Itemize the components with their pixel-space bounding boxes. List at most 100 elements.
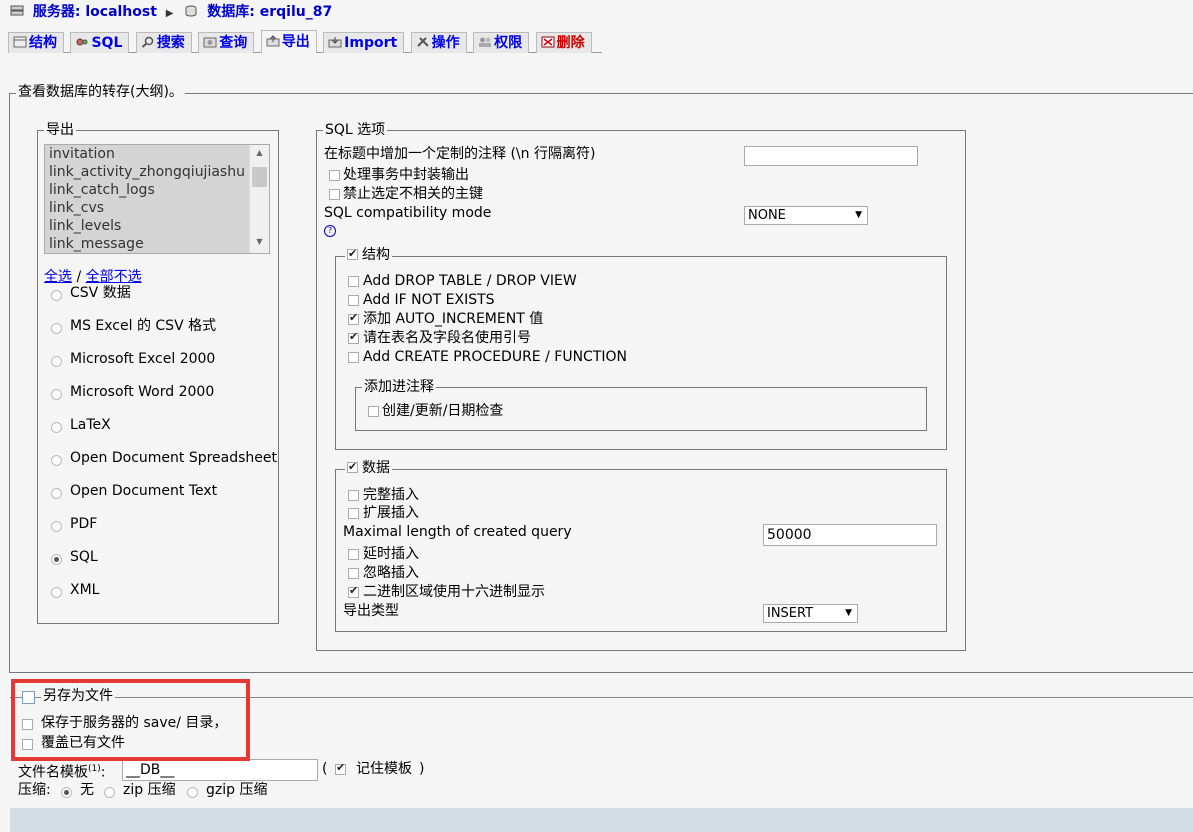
deselect-all-link[interactable]: 全部不选 [86,269,142,285]
auto-increment-checkbox[interactable] [348,311,359,325]
compression-radio-none[interactable] [61,787,72,798]
remember-template-checkbox[interactable] [335,761,346,775]
export-icon [266,35,280,47]
format-label-latex: LaTeX [70,417,111,433]
footer-bar [10,808,1193,832]
tab-bar: 结构 SQL 搜索 查询 导出 Import 操作 权限 删除 [8,30,602,53]
list-item[interactable]: link_activity_zhongqiujiashu [45,163,249,181]
database-icon [185,5,197,17]
filename-template-label: 文件名模板(1): [18,764,106,781]
database-link[interactable]: 数据库: erqilu_87 [207,4,332,20]
export-legend: 导出 [44,122,76,138]
structure-legend: 结构 [345,246,392,263]
format-radio-ods[interactable] [51,455,62,466]
compression-label-gzip: gzip 压缩 [206,782,268,798]
listbox-scrollbar[interactable]: ▲ ▼ [249,145,269,253]
enclose-transaction-checkbox[interactable] [329,170,340,181]
remember-template-close: ) [419,761,425,777]
ignore-insert-checkbox[interactable] [348,568,359,579]
sql-options-legend: SQL 选项 [323,122,388,138]
compression-radio-gzip[interactable] [187,787,198,798]
format-label-excel2000: Microsoft Excel 2000 [70,351,216,367]
list-item[interactable]: link_cvs [45,199,249,217]
ignore-insert-label: 忽略插入 [363,565,419,581]
highlight-box [11,679,250,761]
format-radio-xml[interactable] [51,587,62,598]
drop-table-checkbox[interactable] [348,276,359,287]
format-label-word2000: Microsoft Word 2000 [70,384,215,400]
compression-label: 压缩: [18,782,51,798]
drop-table-label: Add DROP TABLE / DROP VIEW [363,273,577,289]
format-radio-odt[interactable] [51,488,62,499]
import-icon [328,37,342,48]
scroll-up-icon[interactable]: ▲ [250,148,269,157]
format-radio-word2000[interactable] [51,389,62,400]
data-checkbox[interactable] [347,459,358,475]
format-radio-pdf[interactable] [51,521,62,532]
format-radio-excel2000[interactable] [51,356,62,367]
export-type-select[interactable]: INSERT ▼ [763,604,858,623]
structure-checkbox[interactable] [347,246,358,262]
scroll-down-icon[interactable]: ▼ [250,237,269,246]
tab-operations[interactable]: 操作 [410,32,467,53]
tab-sql[interactable]: SQL [70,32,130,53]
select-all-link[interactable]: 全选 [44,269,72,285]
remember-template-open: ( [322,761,328,777]
table-listbox[interactable]: invitation link_activity_zhongqiujiashu … [44,144,270,254]
search-icon [141,36,154,48]
query-icon [203,37,217,48]
auto-increment-label: 添加 AUTO_INCREMENT 值 [363,311,544,327]
filename-template-input[interactable] [122,759,318,781]
compat-mode-label: SQL compatibility mode [324,205,492,221]
if-not-exists-checkbox[interactable] [348,295,359,306]
compat-mode-select[interactable]: NONE ▼ [744,206,868,225]
delayed-insert-checkbox[interactable] [348,549,359,560]
if-not-exists-label: Add IF NOT EXISTS [363,292,495,308]
tab-query[interactable]: 查询 [198,32,255,53]
tab-export[interactable]: 导出 [260,30,317,53]
backquotes-label: 请在表名及字段名使用引号 [363,330,531,346]
data-legend: 数据 [345,459,392,476]
disable-fk-label: 禁止选定不相关的主键 [343,186,483,202]
enclose-transaction-label: 处理事务中封装输出 [343,167,469,183]
dropdown-arrow-icon: ▼ [845,608,852,618]
header-comment-input[interactable] [744,146,918,166]
max-query-length-input[interactable] [763,524,937,546]
format-label-pdf: PDF [70,516,98,532]
help-icon[interactable]: ? [324,225,336,237]
privileges-icon [479,37,492,47]
breadcrumb-arrow-icon: ▶ [165,8,174,19]
format-radio-latex[interactable] [51,422,62,433]
list-item[interactable]: link_message [45,235,249,253]
list-item[interactable]: invitation [45,145,249,163]
server-link[interactable]: 服务器: localhost [33,4,157,20]
create-procedure-checkbox[interactable] [348,352,359,363]
format-radio-sql[interactable] [51,554,62,565]
format-label-odt: Open Document Text [70,483,218,499]
list-item[interactable]: link_levels [45,217,249,235]
tab-import[interactable]: Import [323,32,405,53]
operations-icon [416,37,429,47]
compression-radio-zip[interactable] [104,787,115,798]
dates-checkbox[interactable] [368,406,379,417]
comments-legend: 添加进注释 [362,379,436,395]
tab-search[interactable]: 搜索 [135,32,192,53]
main-legend: 查看数据库的转存(大纲)。 [16,84,185,100]
format-radio-csv[interactable] [51,290,62,301]
format-radio-excel-csv[interactable] [51,323,62,334]
disable-fk-checkbox[interactable] [329,189,340,200]
backquotes-checkbox[interactable] [348,330,359,344]
tab-drop[interactable]: 删除 [535,32,592,53]
compression-label-zip: zip 压缩 [123,782,176,798]
extended-insert-checkbox[interactable] [348,508,359,519]
scrollbar-thumb[interactable] [252,167,267,187]
list-item[interactable]: link_catch_logs [45,181,249,199]
complete-insert-label: 完整插入 [363,487,419,503]
hex-binary-checkbox[interactable] [348,584,359,598]
format-label-sql: SQL [70,549,98,565]
tab-privileges[interactable]: 权限 [473,32,530,53]
complete-insert-checkbox[interactable] [348,490,359,501]
table-list: invitation link_activity_zhongqiujiashu … [45,145,249,253]
export-type-label: 导出类型 [343,603,399,619]
tab-structure[interactable]: 结构 [8,32,64,53]
